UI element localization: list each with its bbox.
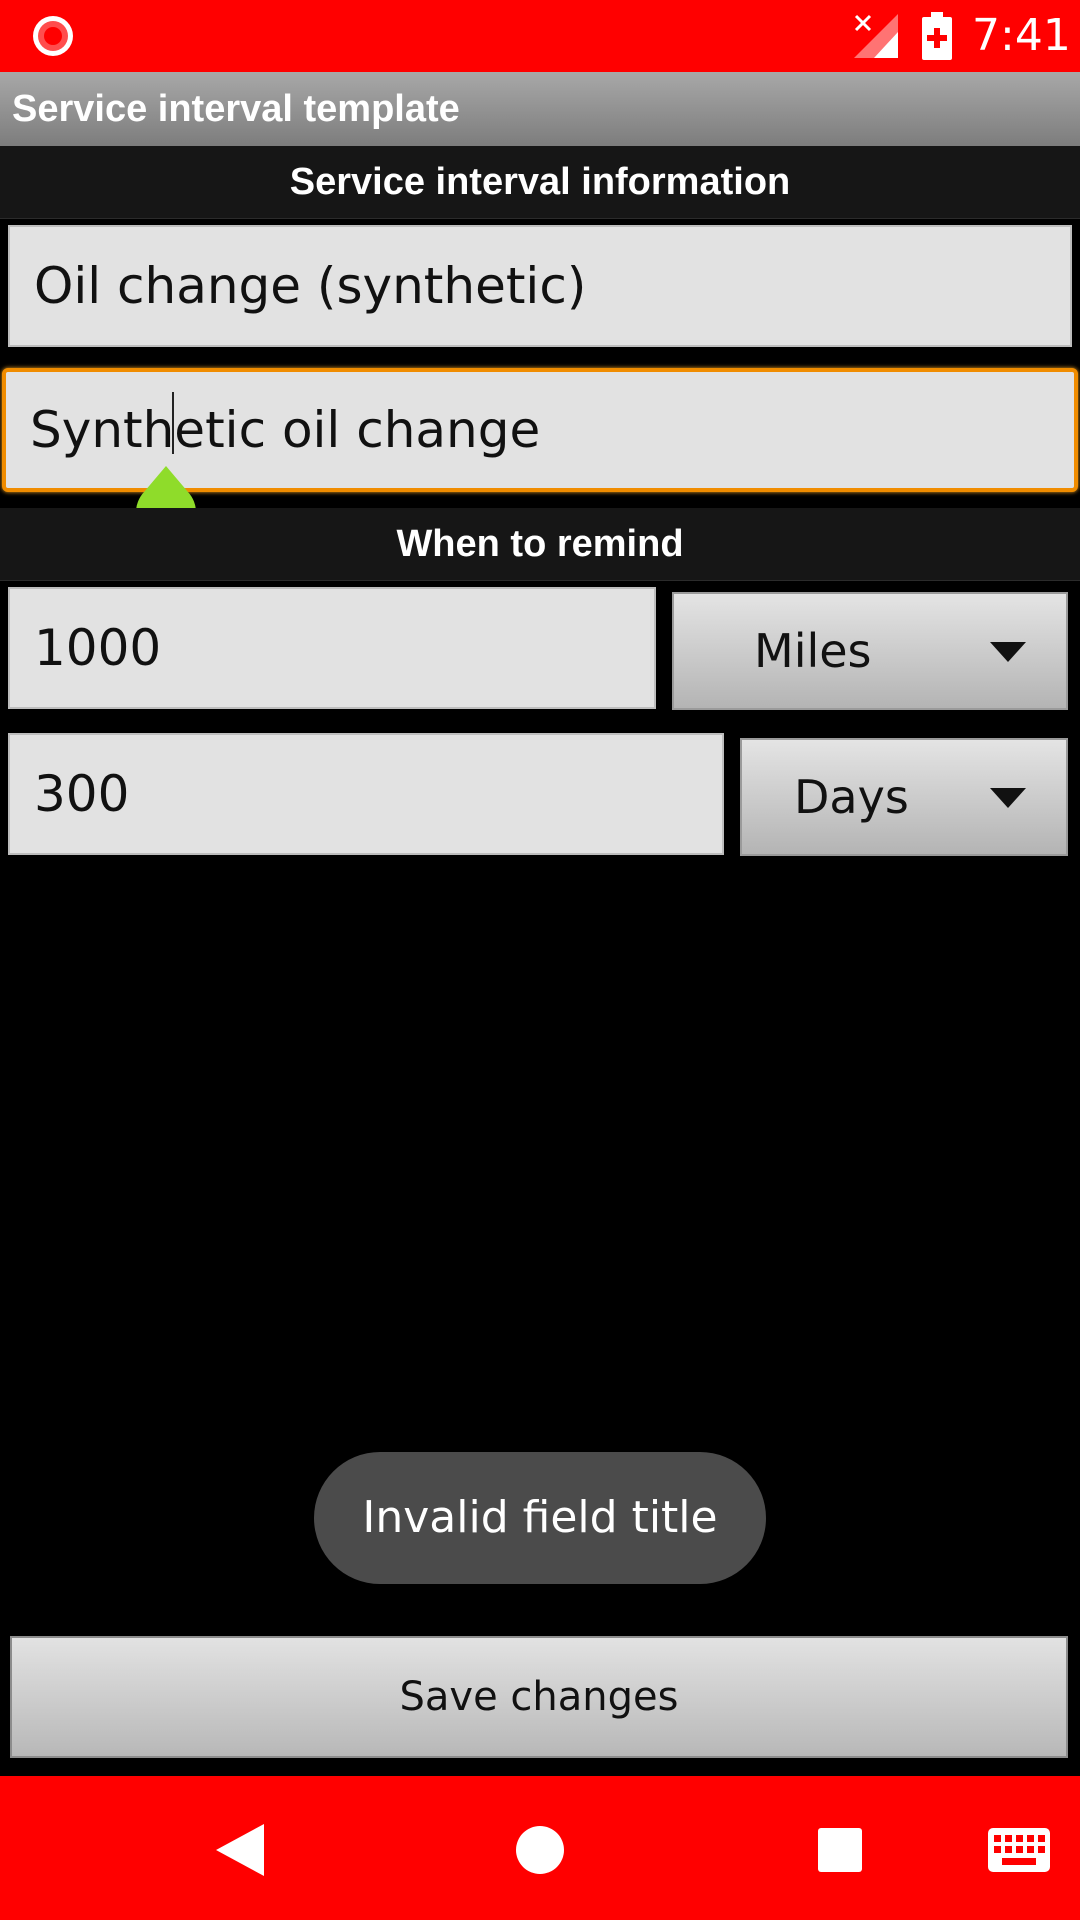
status-time: 7:41 [972, 10, 1071, 61]
home-icon[interactable] [515, 1825, 565, 1875]
text-caret [172, 392, 174, 454]
screen-record-icon [33, 16, 73, 56]
page-title: Service interval template [12, 88, 460, 130]
distance-interval-field[interactable]: 1000 [8, 587, 656, 709]
toast-message: Invalid field title [314, 1452, 766, 1584]
battery-charging-icon [922, 12, 952, 60]
service-title-value: Synthetic oil change [30, 401, 541, 459]
status-bar: 7:41 [0, 0, 1080, 72]
navigation-bar [0, 1776, 1080, 1920]
time-unit-label: Days [794, 770, 909, 824]
title-bar: Service interval template [0, 72, 1080, 146]
distance-unit-label: Miles [754, 624, 872, 678]
time-unit-spinner[interactable]: Days [740, 738, 1068, 856]
service-name-field[interactable]: Oil change (synthetic) [8, 225, 1072, 347]
dropdown-arrow-icon [990, 788, 1026, 808]
recents-icon[interactable] [818, 1828, 862, 1872]
distance-unit-spinner[interactable]: Miles [672, 592, 1068, 710]
time-interval-value: 300 [34, 765, 130, 823]
no-signal-icon [854, 14, 898, 58]
screen: 7:41 Service interval template Service i… [0, 0, 1080, 1920]
distance-interval-value: 1000 [34, 619, 162, 677]
section-header-info: Service interval information [0, 146, 1080, 219]
time-interval-field[interactable]: 300 [8, 733, 724, 855]
section-header-remind: When to remind [0, 508, 1080, 581]
dropdown-arrow-icon [990, 642, 1026, 662]
back-icon[interactable] [216, 1824, 264, 1876]
service-name-value: Oil change (synthetic) [34, 257, 587, 315]
keyboard-icon[interactable] [988, 1828, 1050, 1872]
save-button[interactable]: Save changes [10, 1636, 1068, 1758]
